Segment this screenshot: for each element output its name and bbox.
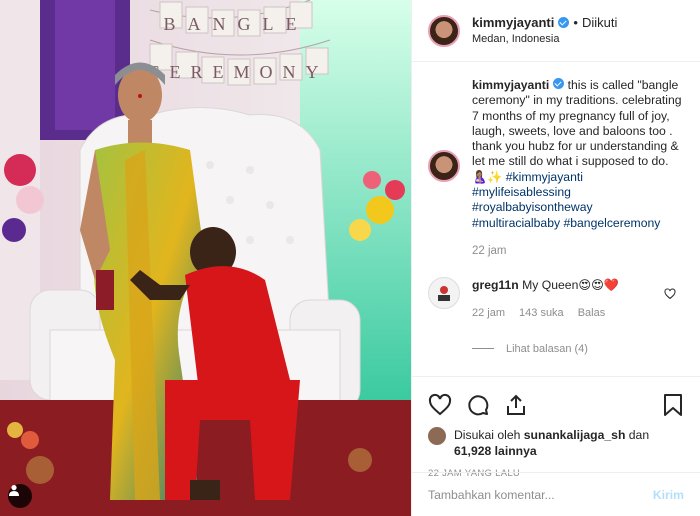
speech-bubble-icon: [468, 395, 489, 416]
liker-username[interactable]: sunankalijaga_sh: [524, 428, 626, 442]
comment-likes[interactable]: 143 suka: [519, 305, 564, 321]
caption-text-block: kimmyjayanti this is called "bangle cere…: [472, 78, 684, 231]
post-location[interactable]: Medan, Indonesia: [472, 31, 617, 47]
header-separator: •: [573, 14, 578, 30]
likes-summary[interactable]: Disukai oleh sunankalijaga_sh dan 61,928…: [428, 427, 684, 459]
follow-status-button[interactable]: Diikuti: [582, 15, 617, 31]
view-replies-label: Lihat balasan (4): [506, 342, 588, 355]
post-comment-button[interactable]: Kirim: [653, 488, 684, 502]
comment-item: greg11n My Queen😍😍❤️ 22 jam 143 suka Bal…: [428, 276, 684, 321]
banner-line1: BANGLE: [164, 14, 309, 34]
bookmark-icon: [664, 394, 682, 416]
add-comment-bar: Kirim: [412, 472, 700, 516]
share-button[interactable]: [504, 393, 528, 417]
reply-button[interactable]: Balas: [578, 305, 606, 321]
caption-time[interactable]: 22 jam: [472, 245, 684, 257]
like-button[interactable]: [428, 393, 452, 417]
save-button[interactable]: [662, 393, 684, 417]
avatar-icon: [438, 285, 450, 301]
tagged-people-button[interactable]: [8, 484, 32, 508]
heart-icon: [428, 393, 452, 416]
hashtag-link[interactable]: #kimmyjayanti: [506, 170, 583, 184]
photo-illustration: BANGLE CEREMONY: [0, 0, 411, 516]
post-actions: Disukai oleh sunankalijaga_sh dan 61,928…: [412, 376, 700, 479]
heart-icon: [664, 288, 676, 300]
author-avatar[interactable]: [428, 14, 460, 47]
hashtag-link[interactable]: #bangelceremony: [563, 216, 660, 230]
post-header: kimmyjayanti • Diikuti Medan, Indonesia: [412, 0, 700, 62]
post-details-panel: kimmyjayanti • Diikuti Medan, Indonesia …: [411, 0, 700, 516]
commenter-username[interactable]: greg11n: [472, 278, 519, 292]
hashtag-link[interactable]: #multiracialbaby: [472, 216, 560, 230]
person-icon: [9, 485, 19, 496]
post-photo[interactable]: BANGLE CEREMONY: [0, 0, 411, 516]
hashtag-link[interactable]: #royalbabyisontheway: [472, 200, 593, 214]
likes-count[interactable]: 61,928 lainnya: [454, 444, 537, 458]
comment-like-button[interactable]: [664, 287, 676, 305]
caption-text: this is called "bangle ceremony" in my t…: [472, 78, 682, 184]
author-username[interactable]: kimmyjayanti: [472, 15, 554, 31]
comment-input[interactable]: [428, 487, 653, 502]
replies-divider-line: [472, 348, 494, 350]
caption-author-avatar[interactable]: [428, 150, 460, 182]
likes-mid: dan: [625, 428, 650, 442]
view-replies-button[interactable]: Lihat balasan (4): [472, 343, 684, 355]
liker-avatar: [428, 427, 446, 445]
caption-comment: kimmyjayanti this is called "bangle cere…: [428, 78, 684, 257]
comments-list[interactable]: kimmyjayanti this is called "bangle cere…: [412, 62, 700, 376]
instagram-post-modal: BANGLE CEREMONY kimmyjayanti • Diikuti M…: [0, 0, 700, 516]
hashtag-link[interactable]: #mylifeisablessing: [472, 185, 571, 199]
commenter-avatar[interactable]: [428, 276, 460, 309]
likes-prefix: Disukai oleh: [454, 428, 524, 442]
share-icon: [507, 394, 525, 415]
verified-badge-icon: [553, 78, 565, 89]
comment-button[interactable]: [466, 393, 490, 417]
comment-text: My Queen😍😍❤️: [522, 277, 619, 292]
verified-badge-icon: [558, 17, 570, 28]
caption-username[interactable]: kimmyjayanti: [472, 78, 549, 92]
comment-time[interactable]: 22 jam: [472, 305, 505, 321]
banner-line2: CEREMONY: [147, 62, 328, 82]
